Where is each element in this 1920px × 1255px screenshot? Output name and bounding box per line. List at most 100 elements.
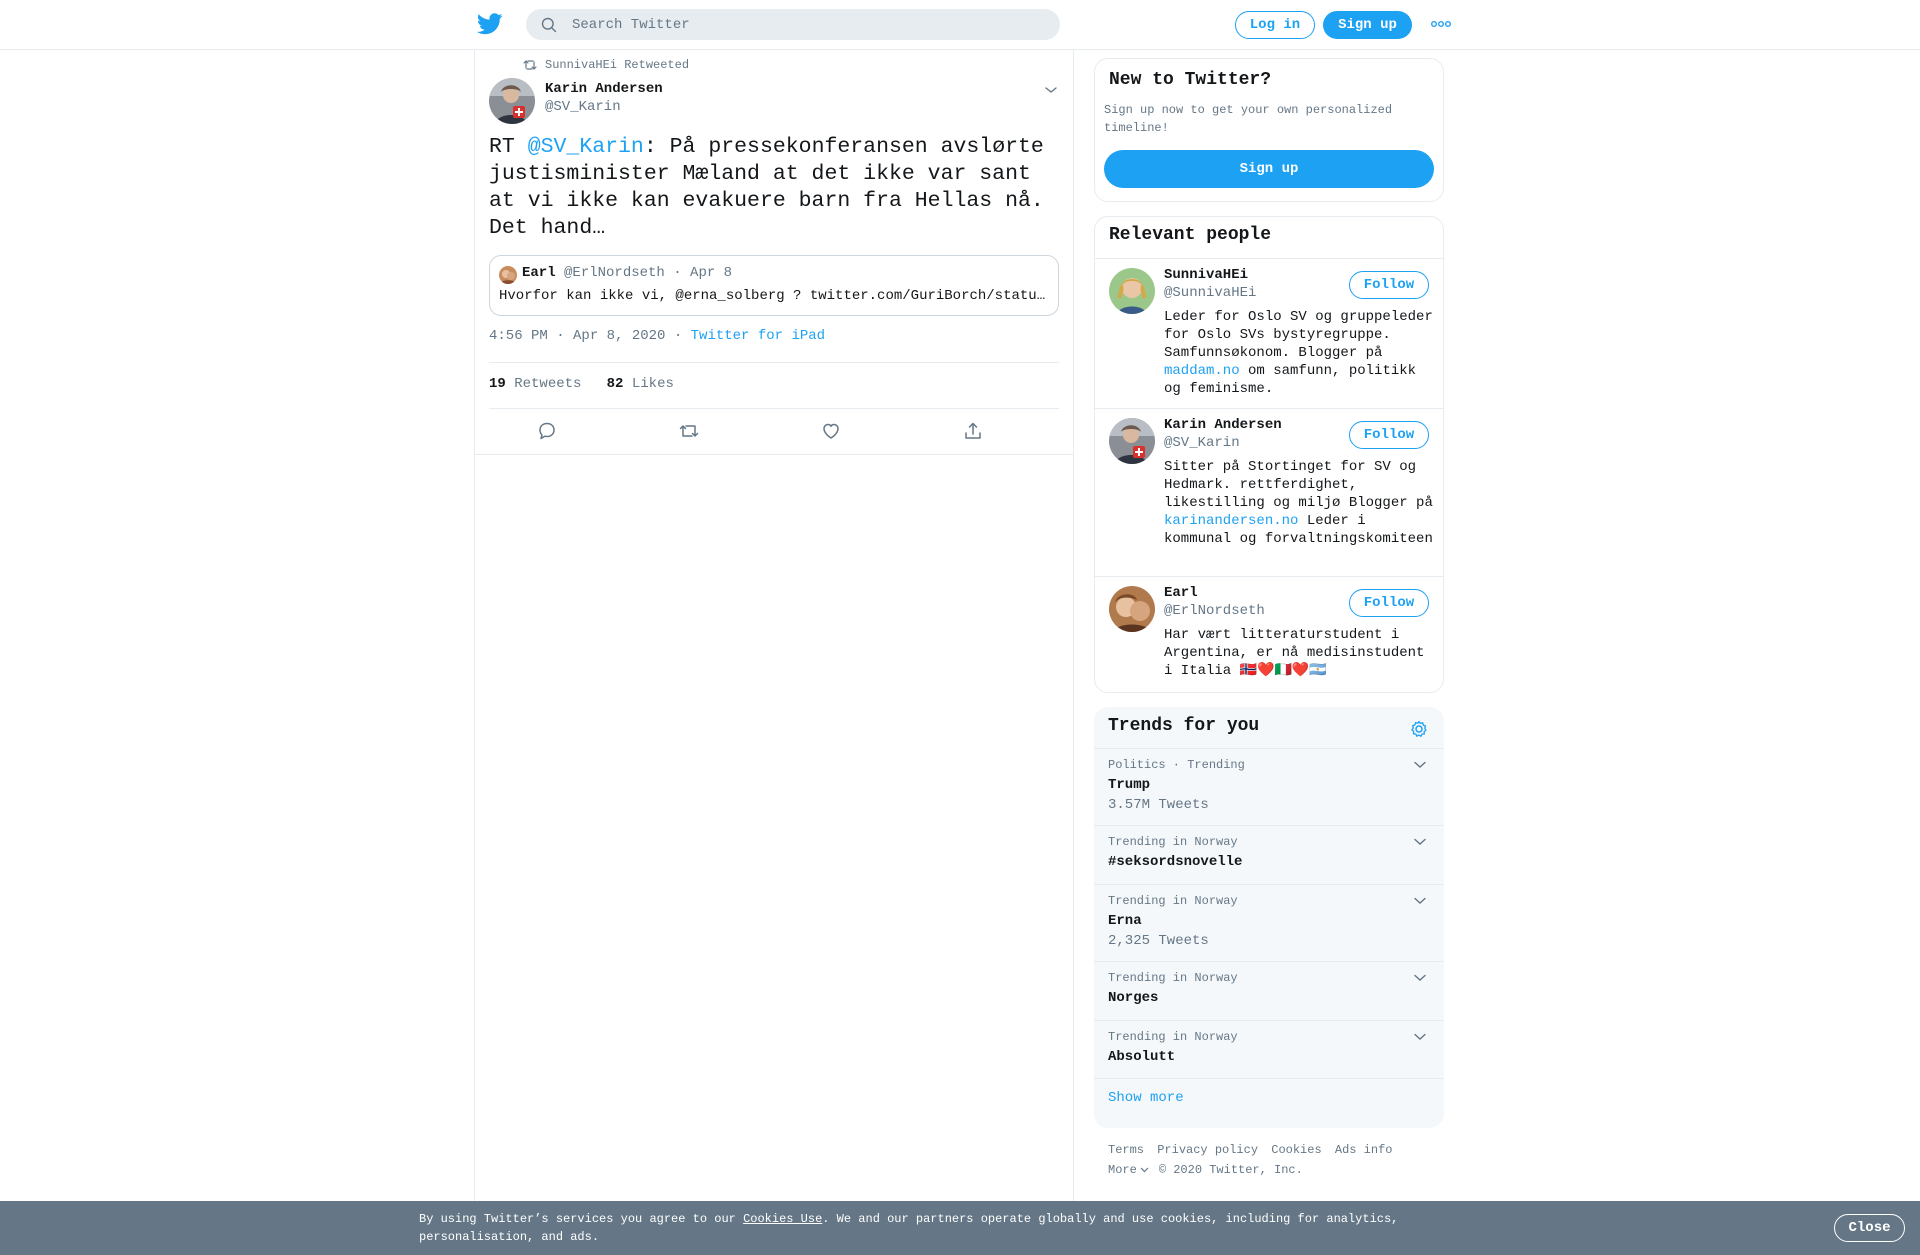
search-input[interactable]: [572, 9, 1042, 40]
trend-item[interactable]: Trending in Norway #seksordsnovelle: [1094, 825, 1444, 884]
person-bio-text: Leder for Oslo SV og gruppeleder for Osl…: [1164, 309, 1433, 361]
follow-button[interactable]: Follow: [1349, 589, 1429, 617]
retweets-label[interactable]: Retweets: [514, 376, 581, 392]
tweet-source-link[interactable]: Twitter for iPad: [691, 328, 825, 344]
sidebar-footer: Terms Privacy policy Cookies Ads info Mo…: [1108, 1143, 1398, 1177]
gear-icon[interactable]: [1409, 719, 1429, 739]
retweet-icon[interactable]: [678, 420, 700, 442]
divider: [489, 362, 1059, 363]
trend-name[interactable]: Erna: [1108, 913, 1142, 929]
new-to-twitter-subtitle: Sign up now to get your own personalized…: [1104, 103, 1393, 135]
close-button[interactable]: Close: [1834, 1214, 1905, 1242]
chevron-down-icon[interactable]: [1414, 761, 1426, 769]
likes-label[interactable]: Likes: [632, 376, 674, 392]
trend-item[interactable]: Trending in Norway Erna 2,325 Tweets: [1094, 884, 1444, 961]
tweet-actions: [489, 418, 1059, 448]
signup-button[interactable]: Sign up: [1323, 11, 1412, 39]
trend-context: Trending in Norway: [1108, 1030, 1238, 1044]
footer-link-privacy[interactable]: Privacy policy: [1157, 1143, 1258, 1157]
follow-button[interactable]: Follow: [1349, 271, 1429, 299]
person-item[interactable]: SunnivaHEi @SunnivaHEi Follow Leder for …: [1095, 258, 1443, 408]
tweet-meta: 4:56 PM · Apr 8, 2020 · Twitter for iPad: [489, 328, 825, 344]
trend-item[interactable]: Trending in Norway Norges: [1094, 961, 1444, 1020]
tweet[interactable]: SunnivaHEi Retweeted Karin Andersen @SV_…: [475, 50, 1073, 455]
tweet-stats: 19 Retweets 82 Likes: [489, 376, 674, 392]
trend-item[interactable]: Politics · Trending Trump 3.57M Tweets: [1094, 748, 1444, 825]
retweet-small-icon: [523, 60, 537, 70]
divider: [489, 408, 1059, 409]
share-icon[interactable]: [962, 420, 984, 442]
person-name[interactable]: SunnivaHEi: [1164, 267, 1248, 283]
person-bio-link[interactable]: maddam.no: [1164, 363, 1240, 379]
quoted-name: Earl: [522, 265, 556, 281]
trend-context: Politics · Trending: [1108, 758, 1245, 772]
cookie-text-before: By using Twitter’s services you agree to…: [419, 1212, 744, 1226]
sidebar-signup-button[interactable]: Sign up: [1104, 150, 1434, 188]
person-bio: Har vært litteraturstudent i Argentina, …: [1164, 626, 1436, 680]
cookie-text: By using Twitter’s services you agree to…: [419, 1210, 1419, 1246]
avatar[interactable]: [1109, 268, 1155, 314]
quoted-date: · Apr 8: [673, 265, 733, 281]
trend-count: 3.57M Tweets: [1108, 797, 1209, 813]
mention-link[interactable]: @SV_Karin: [528, 135, 644, 159]
footer-link-cookies[interactable]: Cookies: [1271, 1143, 1321, 1157]
trend-name[interactable]: Absolutt: [1108, 1049, 1175, 1065]
person-bio: Sitter på Stortinget for SV og Hedmark. …: [1164, 458, 1436, 548]
trend-name[interactable]: Norges: [1108, 990, 1158, 1006]
more-dots-icon[interactable]: [1430, 18, 1452, 30]
retweets-count[interactable]: 19: [489, 376, 506, 392]
person-item[interactable]: Earl @ErlNordseth Follow Har vært litter…: [1095, 576, 1443, 692]
footer-link-ads[interactable]: Ads info: [1335, 1143, 1393, 1157]
person-name[interactable]: Earl: [1164, 585, 1198, 601]
chevron-down-icon[interactable]: [1044, 85, 1058, 95]
show-more-link[interactable]: Show more: [1108, 1090, 1184, 1106]
new-to-twitter-card: New to Twitter? Sign up now to get your …: [1094, 58, 1444, 202]
chevron-down-icon[interactable]: [1414, 974, 1426, 982]
login-button[interactable]: Log in: [1235, 11, 1315, 39]
tweet-timestamp[interactable]: 4:56 PM · Apr 8, 2020 ·: [489, 328, 682, 344]
person-item[interactable]: Karin Andersen @SV_Karin Follow Sitter p…: [1095, 408, 1443, 576]
trend-name[interactable]: #seksordsnovelle: [1108, 854, 1242, 870]
copyright: © 2020 Twitter, Inc.: [1158, 1163, 1303, 1177]
quoted-header: Earl @ErlNordseth · Apr 8: [522, 265, 732, 281]
avatar[interactable]: [489, 78, 535, 124]
avatar[interactable]: [1109, 418, 1155, 464]
author-handle[interactable]: @SV_Karin: [545, 99, 621, 115]
person-handle[interactable]: @SV_Karin: [1164, 435, 1240, 451]
avatar[interactable]: [1109, 586, 1155, 632]
main-column: SunnivaHEi Retweeted Karin Andersen @SV_…: [474, 50, 1074, 1255]
person-bio: Leder for Oslo SV og gruppeleder for Osl…: [1164, 308, 1436, 398]
cookies-use-link[interactable]: Cookies Use: [743, 1212, 822, 1226]
person-handle[interactable]: @ErlNordseth: [1164, 603, 1265, 619]
author-name[interactable]: Karin Andersen: [545, 81, 663, 97]
relevant-people-title: Relevant people: [1109, 225, 1272, 245]
trend-item[interactable]: Trending in Norway Absolutt: [1094, 1020, 1444, 1079]
quoted-tweet[interactable]: Earl @ErlNordseth · Apr 8 Hvorfor kan ik…: [489, 255, 1059, 316]
trend-context: Trending in Norway: [1108, 971, 1238, 985]
trend-name[interactable]: Trump: [1108, 777, 1150, 793]
footer-link-terms[interactable]: Terms: [1108, 1143, 1144, 1157]
tweet-text-prefix: RT: [489, 135, 528, 159]
footer-more[interactable]: More: [1108, 1163, 1149, 1177]
person-bio-text: Sitter på Stortinget for SV og Hedmark. …: [1164, 459, 1433, 511]
search-box[interactable]: [526, 9, 1060, 40]
new-to-twitter-title: New to Twitter?: [1109, 70, 1272, 90]
trend-context: Trending in Norway: [1108, 894, 1238, 908]
chevron-down-icon[interactable]: [1414, 897, 1426, 905]
person-bio-link[interactable]: karinandersen.no: [1164, 513, 1298, 529]
person-handle[interactable]: @SunnivaHEi: [1164, 285, 1256, 301]
reply-icon[interactable]: [536, 420, 558, 442]
search-icon: [541, 17, 557, 33]
trends-title: Trends for you: [1108, 716, 1260, 736]
trend-count: 2,325 Tweets: [1108, 933, 1209, 949]
footer-more-label: More: [1108, 1163, 1137, 1177]
like-icon[interactable]: [820, 420, 842, 442]
likes-count[interactable]: 82: [607, 376, 624, 392]
person-name[interactable]: Karin Andersen: [1164, 417, 1282, 433]
quoted-avatar: [499, 266, 517, 284]
chevron-down-icon[interactable]: [1414, 838, 1426, 846]
quoted-text: Hvorfor kan ikke vi, @erna_solberg ? twi…: [499, 288, 1049, 304]
follow-button[interactable]: Follow: [1349, 421, 1429, 449]
twitter-bird-icon[interactable]: [477, 13, 503, 35]
chevron-down-icon[interactable]: [1414, 1033, 1426, 1041]
